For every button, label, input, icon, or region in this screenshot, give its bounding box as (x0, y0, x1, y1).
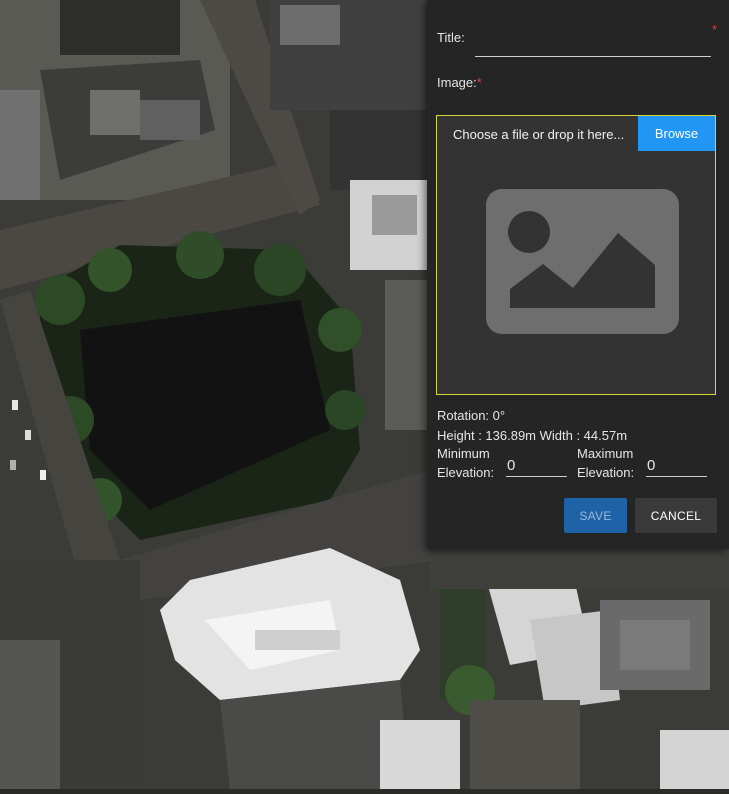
title-label: Title: (437, 30, 465, 45)
min-elevation-label-line2: Elevation: (437, 465, 495, 480)
image-overlay-form-panel: Title: * Image:* Choose a file or drop i… (427, 0, 729, 549)
cancel-button[interactable]: CANCEL (635, 498, 717, 533)
min-elevation-label: Minimum Elevation: (437, 444, 494, 482)
min-elevation-label-line1: Minimum (437, 446, 490, 461)
title-input-underline (475, 56, 711, 57)
max-elevation-label-line1: Maximum (577, 446, 634, 461)
image-label: Image: (437, 75, 477, 90)
rotation-readout: Rotation: 0° (437, 408, 506, 423)
save-button[interactable]: SAVE (564, 498, 627, 533)
image-dropzone[interactable]: Choose a file or drop it here... Browse (436, 115, 716, 395)
image-label-row: Image:* (437, 75, 482, 90)
browse-button[interactable]: Browse (638, 116, 715, 151)
title-required-marker: * (711, 22, 717, 37)
image-placeholder-icon (486, 189, 679, 337)
image-required-marker: * (476, 75, 482, 90)
file-prompt: Choose a file or drop it here... (453, 127, 625, 142)
dimensions-readout: Height : 136.89m Width : 44.57m (437, 428, 628, 443)
title-input[interactable] (475, 30, 711, 54)
max-elevation-label-line2: Elevation: (577, 465, 635, 480)
min-elevation-input[interactable] (506, 454, 567, 477)
max-elevation-label: Maximum Elevation: (577, 444, 634, 482)
max-elevation-input[interactable] (646, 454, 707, 477)
